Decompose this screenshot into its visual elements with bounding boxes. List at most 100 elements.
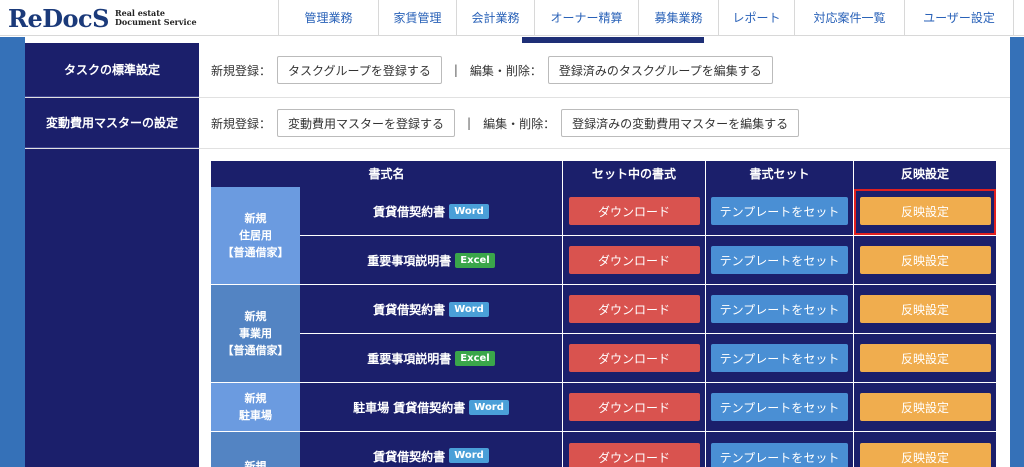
word-badge: Word (449, 448, 489, 463)
template-cell: テンプレートをセット (706, 187, 854, 235)
table-row: 賃貸借契約書 Word ダウンロード テンプレートをセット 反映設定 (300, 432, 996, 467)
group-new: 新規 (211, 432, 300, 467)
table-row: 重要事項説明書 Excel ダウンロード テンプレートをセット 反映設定 (300, 236, 996, 285)
document-name: 賃貸借契約書 (373, 302, 446, 317)
main-nav: 管理業務 家賃管理 会計業務 オーナー精算 募集業務 レポート 対応案件一覧 ユ… (278, 0, 1014, 36)
download-button[interactable]: ダウンロード (568, 443, 700, 467)
download-cell: ダウンロード (563, 236, 706, 284)
apply-cell: 反映設定 (854, 285, 996, 333)
download-cell: ダウンロード (563, 432, 706, 467)
excel-badge: Excel (455, 350, 495, 366)
template-cell: テンプレートをセット (706, 334, 854, 382)
task-settings-content: 新規登録： タスクグループを登録する | 編集・削除： 登録済みのタスクグループ… (211, 43, 773, 97)
nav-rent[interactable]: 家賃管理 (378, 0, 456, 36)
variable-cost-content: 新規登録： 変動費用マスターを登録する | 編集・削除： 登録済みの変動費用マス… (211, 98, 800, 148)
group-line: 新規 (244, 459, 267, 467)
document-name: 賃貸借契約書 (373, 450, 446, 464)
logo-docs: DocS (42, 3, 109, 33)
excel-badge: Excel (455, 252, 495, 268)
download-button[interactable]: ダウンロード (568, 197, 700, 225)
nav-cases[interactable]: 対応案件一覧 (794, 0, 904, 36)
download-button[interactable]: ダウンロード (568, 295, 700, 323)
variable-cost-new-label: 新規登録： (211, 116, 272, 131)
nav-accounting[interactable]: 会計業務 (456, 0, 534, 36)
group-line: 駐車場 (239, 409, 272, 422)
group-line: 事業用 (239, 327, 272, 340)
template-cell: テンプレートをセット (706, 432, 854, 467)
apply-cell: 反映設定 (854, 236, 996, 284)
set-template-button[interactable]: テンプレートをセット (711, 295, 848, 323)
separator: | (453, 63, 458, 77)
edit-variable-cost-button[interactable]: 登録済みの変動費用マスターを編集する (561, 109, 800, 137)
logo-subtitle-line2: Document Service (114, 17, 197, 27)
redocs-logo[interactable]: ReDocS Real estate Document Service (8, 3, 197, 33)
apply-settings-button[interactable]: 反映設定 (859, 344, 991, 372)
apply-settings-button[interactable]: 反映設定 (859, 246, 991, 274)
document-name-cell: 賃貸借契約書 Word (300, 432, 563, 467)
group-line: 新規 (244, 310, 267, 323)
group-residential: 新規 住居用 【普通借家】 (211, 187, 300, 285)
logo-subtitle: Real estate Document Service (115, 9, 197, 27)
group-line: 【普通借家】 (222, 246, 289, 259)
nav-user-settings[interactable]: ユーザー設定 (904, 0, 1014, 36)
nav-report[interactable]: レポート (718, 0, 794, 36)
logo-re: Re (8, 3, 43, 33)
set-template-button[interactable]: テンプレートをセット (711, 197, 848, 225)
table-row: 駐車場 賃貸借契約書 Word ダウンロード テンプレートをセット 反映設定 (300, 383, 996, 432)
group-commercial: 新規 事業用 【普通借家】 (211, 285, 300, 383)
header-format-set: 書式セット (706, 161, 854, 187)
download-cell: ダウンロード (563, 383, 706, 431)
header-current-format: セット中の書式 (563, 161, 706, 187)
separator: | (467, 116, 472, 130)
variable-cost-edit-label: 編集・削除： (483, 116, 556, 131)
template-cell: テンプレートをセット (706, 383, 854, 431)
word-badge: Word (449, 203, 489, 219)
apply-settings-button[interactable]: 反映設定 (859, 295, 991, 323)
header-apply-settings: 反映設定 (900, 167, 949, 181)
apply-settings-button[interactable]: 反映設定 (859, 443, 991, 467)
template-settings-label-column (25, 149, 199, 467)
register-task-group-button[interactable]: タスクグループを登録する (277, 56, 442, 84)
group-parking: 新規 駐車場 (211, 383, 300, 432)
nav-recruitment[interactable]: 募集業務 (638, 0, 718, 36)
download-button[interactable]: ダウンロード (568, 344, 700, 372)
logo-wordmark: ReDocS (8, 4, 109, 33)
nav-management[interactable]: 管理業務 (278, 0, 378, 36)
set-template-button[interactable]: テンプレートをセット (711, 443, 848, 467)
top-header: ReDocS Real estate Document Service 管理業務… (0, 0, 1024, 36)
nav-owner-settlement[interactable]: オーナー精算 (534, 0, 638, 36)
document-name-cell: 駐車場 賃貸借契約書 Word (300, 383, 563, 431)
task-new-label: 新規登録： (211, 63, 272, 78)
table-row: 賃貸借契約書 Word ダウンロード テンプレートをセット 反映設定 (300, 285, 996, 334)
task-settings-label: タスクの標準設定 (25, 43, 199, 97)
download-button[interactable]: ダウンロード (568, 246, 700, 274)
register-variable-cost-button[interactable]: 変動費用マスターを登録する (277, 109, 456, 137)
task-edit-label: 編集・削除： (469, 63, 542, 78)
document-name: 重要事項説明書 (367, 253, 452, 268)
settings-panel: タスクの標準設定 新規登録： タスクグループを登録する | 編集・削除： 登録済… (25, 37, 1010, 467)
apply-cell: 反映設定 (854, 432, 996, 467)
set-template-button[interactable]: テンプレートをセット (711, 393, 848, 421)
document-name: 重要事項説明書 (367, 351, 452, 366)
page-frame: タスクの標準設定 新規登録： タスクグループを登録する | 編集・削除： 登録済… (0, 37, 1024, 467)
download-cell: ダウンロード (563, 187, 706, 235)
variable-cost-row: 変動費用マスターの設定 新規登録： 変動費用マスターを登録する | 編集・削除：… (25, 98, 1010, 149)
document-name: 駐車場 賃貸借契約書 (353, 400, 466, 415)
word-badge: Word (469, 399, 509, 415)
set-template-button[interactable]: テンプレートをセット (711, 344, 848, 372)
document-name-cell: 重要事項説明書 Excel (300, 236, 563, 284)
group-line: 【普通借家】 (222, 344, 289, 357)
table-header: 書式名 セット中の書式 書式セット 反映設定 (211, 161, 996, 187)
download-button[interactable]: ダウンロード (568, 393, 700, 421)
word-badge: Word (449, 301, 489, 317)
set-template-button[interactable]: テンプレートをセット (711, 246, 848, 274)
document-name-cell: 賃貸借契約書 Word (300, 187, 563, 235)
variable-cost-label: 変動費用マスターの設定 (25, 98, 199, 148)
template-cell: テンプレートをセット (706, 236, 854, 284)
document-name-cell: 賃貸借契約書 Word (300, 285, 563, 333)
document-name-cell: 重要事項説明書 Excel (300, 334, 563, 382)
table-row: 重要事項説明書 Excel ダウンロード テンプレートをセット 反映設定 (300, 334, 996, 383)
apply-cell: 反映設定 (854, 383, 996, 431)
edit-task-group-button[interactable]: 登録済みのタスクグループを編集する (547, 56, 773, 84)
apply-settings-button[interactable]: 反映設定 (859, 393, 991, 421)
